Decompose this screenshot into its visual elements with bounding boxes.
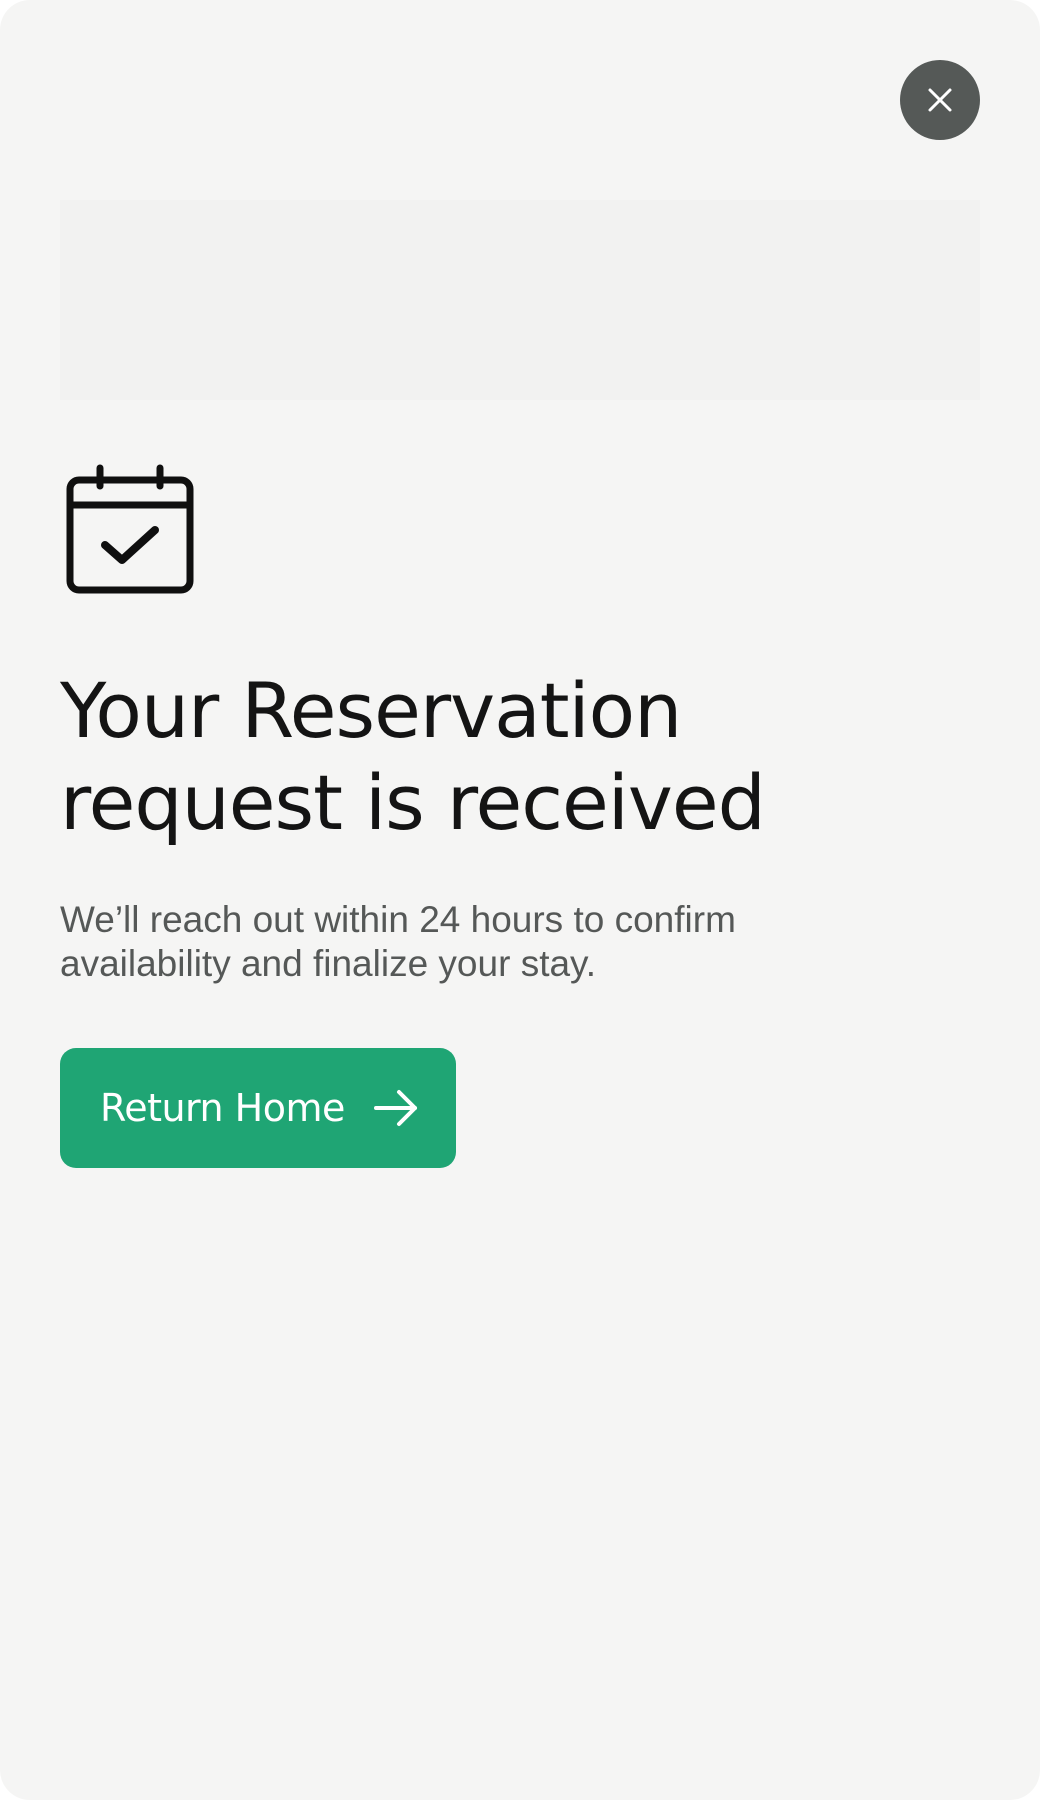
image-placeholder (60, 200, 980, 400)
message-line-1: We’ll reach out within 24 hours to confi… (60, 899, 736, 940)
message-line-2: availability and finalize your stay. (60, 943, 597, 984)
title-line-1: Your Reservation (60, 666, 682, 755)
calendar-check-icon (60, 460, 200, 600)
confirmation-title: Your Reservation request is received (60, 665, 960, 849)
confirmation-modal: Your Reservation request is received We’… (0, 0, 1040, 1800)
return-home-button[interactable]: Return Home (60, 1048, 456, 1168)
arrow-right-icon (371, 1083, 421, 1133)
title-line-2: request is received (60, 758, 766, 847)
return-home-label: Return Home (100, 1086, 345, 1130)
close-icon (928, 88, 952, 112)
confirmation-message: We’ll reach out within 24 hours to confi… (60, 898, 860, 986)
close-button[interactable] (900, 60, 980, 140)
